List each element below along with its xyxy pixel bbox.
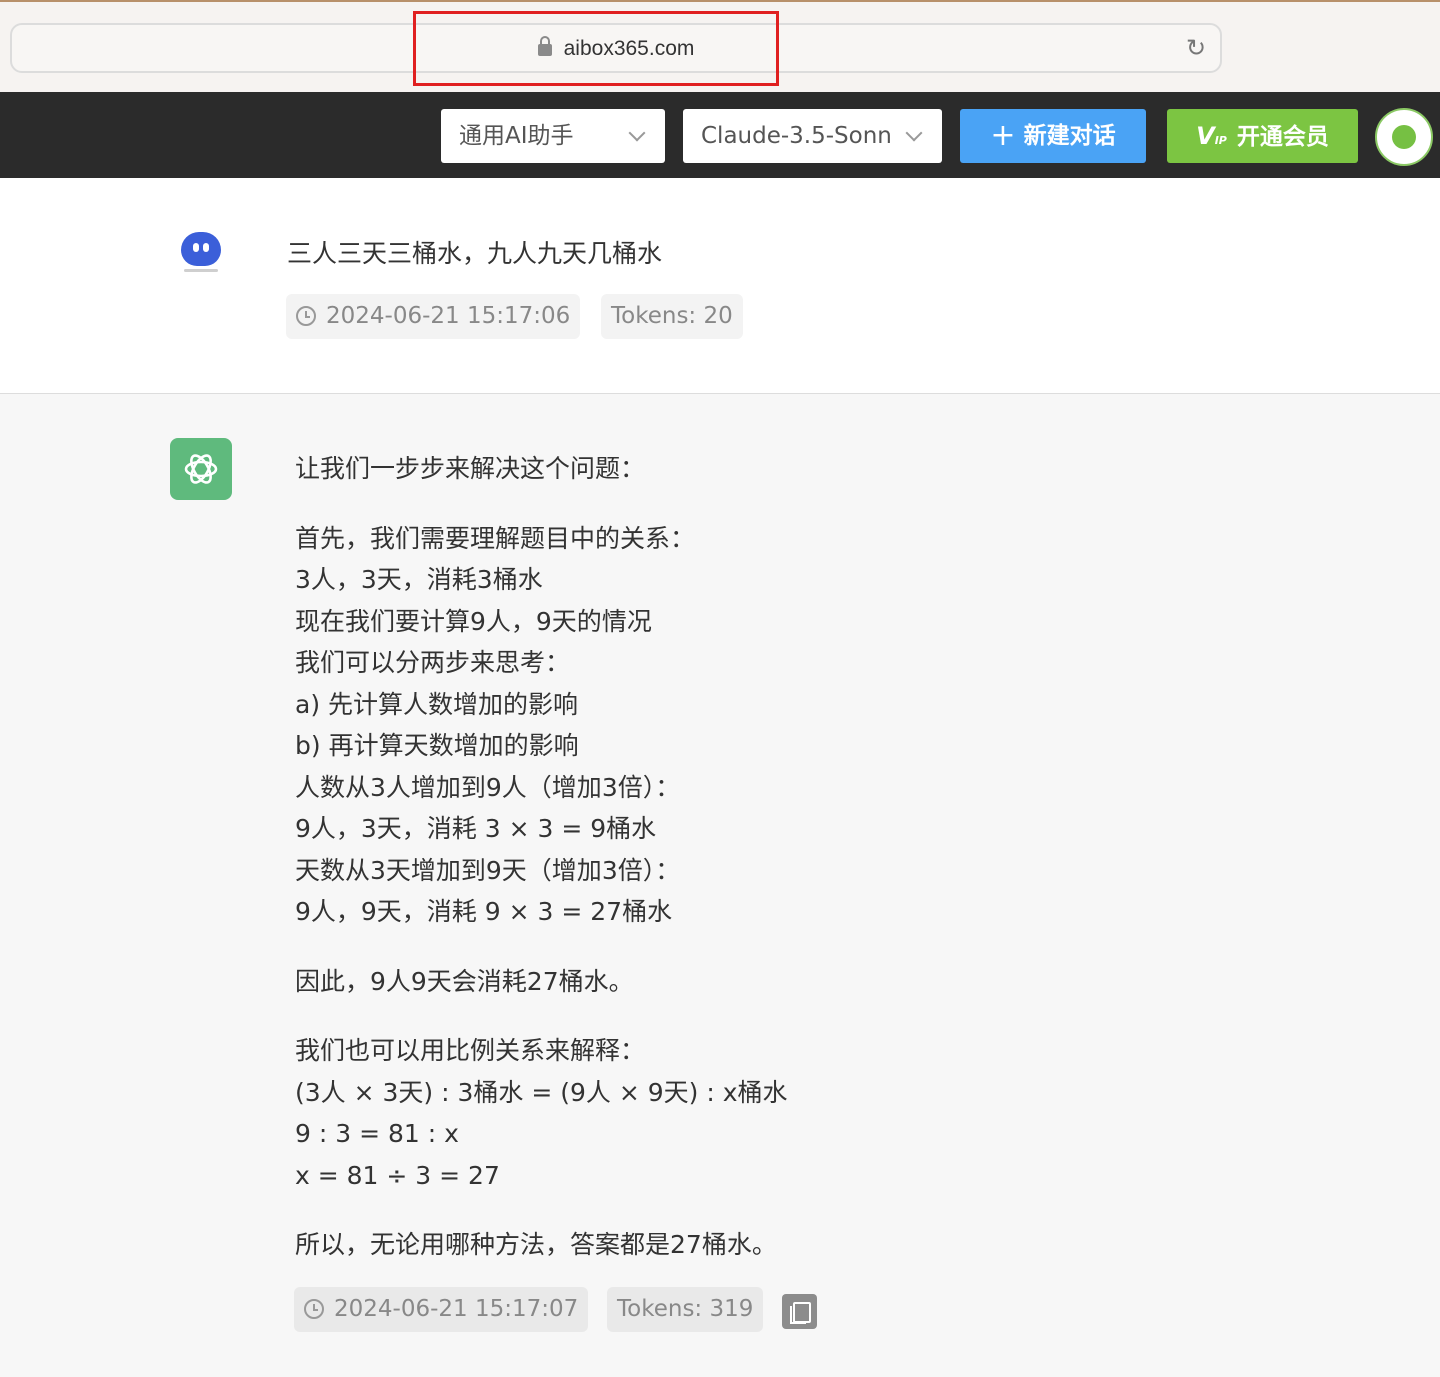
url-highlight-box [413,11,779,86]
user-message-time: 2024-06-21 15:17:06 [286,294,581,339]
assistant-message-tokens: Tokens: 319 [607,1287,764,1332]
answer-line: 所以，无论用哪种方法，答案都是27桶水。 [295,1230,777,1259]
answer-line: 人数从3人增加到9人（增加3倍）： [295,772,681,802]
app-header: 通用AI助手 Claude-3.5-Sonn + 新建对话 VIP 开通会员 [0,92,1440,178]
new-chat-label: 新建对话 [1023,123,1116,149]
answer-line: 我们也可以用比例关系来解释： [295,1036,646,1065]
model-select[interactable]: Claude-3.5-Sonn [683,109,942,163]
answer-line: (3人 × 3天) : 3桶水 = (9人 × 9天) : x桶水 [295,1077,788,1107]
vip-icon: VIP [1196,122,1227,150]
assistant-select[interactable]: 通用AI助手 [441,109,665,163]
answer-line: 3人，3天，消耗3桶水 [295,565,543,594]
answer-line: a) 先计算人数增加的影响 [295,689,579,719]
answer-paragraph: 我们也可以用比例关系来解释： (3人 × 3天) : 3桶水 = (9人 × 9天… [295,1030,1295,1196]
answer-paragraph: 首先，我们需要理解题目中的关系： 3人，3天，消耗3桶水现在我们要计算9人，9天的… [295,518,1295,933]
user-message-text: 三人三天三桶水，九人九天几桶水 [287,239,663,268]
chevron-down-icon [628,124,646,142]
answer-line: 现在我们要计算9人，9天的情况 [295,606,652,636]
clock-icon [304,1299,324,1319]
user-message-tokens: Tokens: 20 [601,294,743,339]
answer-line: 9 : 3 = 81 : x [295,1119,459,1148]
answer-line: 9人，9天，消耗 9 × 3 = 27桶水 [295,897,673,926]
answer-paragraph: 因此，9人9天会消耗27桶水。 [295,961,1295,1003]
plus-icon: + [990,118,1016,153]
clock-icon [296,306,316,326]
vip-label: 开通会员 [1236,124,1329,150]
answer-line: 因此，9人9天会消耗27桶水。 [295,966,634,996]
reload-icon[interactable]: ↻ [1182,34,1210,62]
avatar-shadow [184,269,218,272]
browser-chrome: aibox365.com ↻ [0,0,1440,92]
answer-line: 9人，3天，消耗 3 × 3 = 9桶水 [295,814,657,843]
user-message: 三人三天三桶水，九人九天几桶水 2024-06-21 15:17:06 Toke… [0,178,1440,394]
answer-line: 让我们一步步来解决这个问题： [295,454,646,483]
assistant-message-time: 2024-06-21 15:17:07 [294,1287,589,1332]
answer-paragraph: 所以，无论用哪种方法，答案都是27桶水。 [295,1224,1295,1266]
answer-line: b) 再计算天数增加的影响 [295,731,579,760]
assistant-logo-icon [170,438,232,500]
answer-paragraph: 让我们一步步来解决这个问题： [295,448,1295,490]
vip-button[interactable]: VIP 开通会员 [1167,109,1358,163]
chevron-down-icon [905,124,923,142]
model-select-value: Claude-3.5-Sonn [701,123,892,149]
answer-line: 天数从3天增加到9天（增加3倍）： [295,855,681,885]
answer-line: x = 81 ÷ 3 = 27 [295,1160,500,1190]
assistant-select-value: 通用AI助手 [459,123,574,149]
assistant-message-body: 让我们一步步来解决这个问题： 首先，我们需要理解题目中的关系： 3人，3天，消耗3桶… [295,448,1295,1294]
copy-icon[interactable] [782,1294,817,1329]
user-avatar-icon [181,232,221,266]
new-chat-button[interactable]: + 新建对话 [960,109,1146,163]
answer-line: 首先，我们需要理解题目中的关系： [295,523,696,553]
answer-line: 我们可以分两步来思考： [295,648,571,677]
user-avatar[interactable] [1375,108,1433,166]
